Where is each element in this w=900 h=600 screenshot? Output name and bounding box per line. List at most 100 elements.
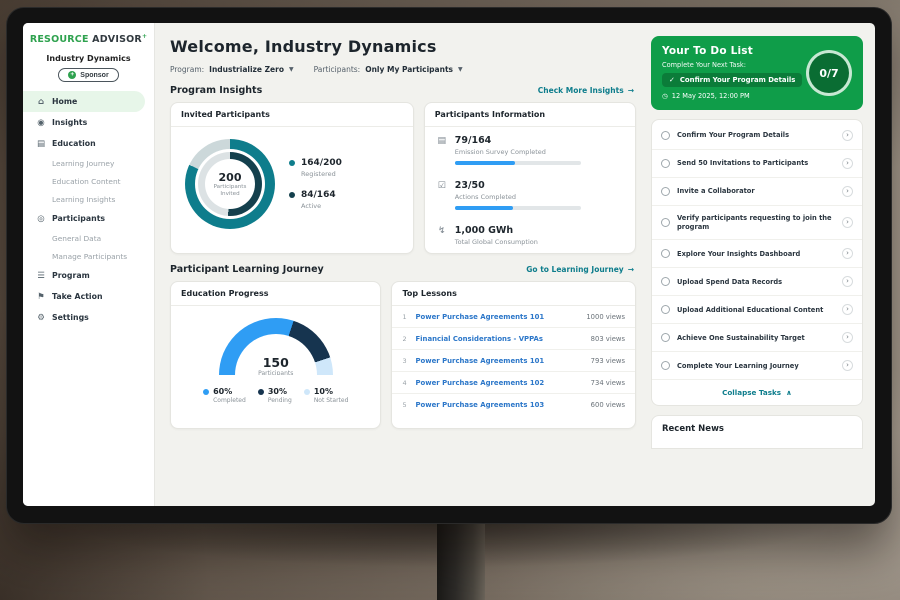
brand-name-primary: RESOURCE bbox=[30, 34, 89, 45]
flag-icon: ⚑ bbox=[36, 292, 46, 302]
lesson-link[interactable]: Power Purchase Agreements 103 bbox=[415, 401, 583, 409]
lesson-link[interactable]: Power Purchase Agreements 101 bbox=[415, 357, 583, 365]
chevron-down-icon: ▼ bbox=[458, 66, 463, 73]
sidebar-nav: ⌂ Home ◉ Insights ▤ Education Learning J… bbox=[23, 91, 154, 328]
background-photo: RESOURCE ADVISOR+ Industry Dynamics + Sp… bbox=[0, 0, 900, 600]
sidebar-item-learning-journey[interactable]: Learning Journey bbox=[23, 154, 154, 172]
donut-center-label: 200 Participants Invited bbox=[185, 139, 275, 229]
legend-dot bbox=[258, 389, 264, 395]
chevron-right-icon[interactable]: › bbox=[842, 217, 853, 228]
invited-participants-card: Invited Participants 200 Participants In… bbox=[170, 102, 414, 254]
chevron-right-icon[interactable]: › bbox=[842, 360, 853, 371]
next-task-pill[interactable]: ✓ Confirm Your Program Details bbox=[662, 73, 802, 87]
participants-filter-dropdown[interactable]: Only My Participants ▼ bbox=[365, 65, 462, 74]
collapse-tasks-link[interactable]: Collapse Tasks ∧ bbox=[652, 380, 862, 405]
home-icon: ⌂ bbox=[36, 97, 46, 107]
lesson-row[interactable]: 2 Financial Considerations - VPPAs 803 v… bbox=[392, 328, 635, 350]
energy-icon: ↯ bbox=[437, 226, 447, 236]
gauge-chart-area: 150 Participants bbox=[171, 306, 380, 379]
participants-information-card: Participants Information ▤ 79/164 Emissi… bbox=[424, 102, 636, 254]
chevron-right-icon[interactable]: › bbox=[842, 248, 853, 259]
check-icon: ☑ bbox=[437, 181, 447, 191]
lesson-row[interactable]: 3 Power Purchase Agreements 101 793 view… bbox=[392, 350, 635, 372]
todo-summary-card: Your To Do List Complete Your Next Task:… bbox=[651, 36, 863, 110]
program-filter-dropdown[interactable]: Industrialize Zero ▼ bbox=[209, 65, 293, 74]
dashboard-screen: RESOURCE ADVISOR+ Industry Dynamics + Sp… bbox=[23, 23, 875, 506]
task-checkbox[interactable] bbox=[661, 333, 670, 342]
check-more-insights-link[interactable]: Check More Insights → bbox=[538, 86, 634, 95]
monitor-stand bbox=[437, 520, 485, 600]
chevron-right-icon[interactable]: › bbox=[842, 158, 853, 169]
chevron-right-icon[interactable]: › bbox=[842, 186, 853, 197]
legend-item-not-started: 10% Not Started bbox=[304, 387, 349, 404]
task-checkbox[interactable] bbox=[661, 159, 670, 168]
legend-item-pending: 30% Pending bbox=[258, 387, 292, 404]
gear-icon: ⚙ bbox=[36, 313, 46, 323]
card-title: Education Progress bbox=[171, 282, 380, 306]
card-title: Invited Participants bbox=[171, 103, 413, 127]
chevron-right-icon[interactable]: › bbox=[842, 130, 853, 141]
sidebar-item-program[interactable]: ☰ Program bbox=[23, 265, 154, 286]
sponsor-plus-icon: + bbox=[68, 71, 76, 79]
task-checkbox[interactable] bbox=[661, 305, 670, 314]
top-lessons-card: Top Lessons 1 Power Purchase Agreements … bbox=[391, 281, 636, 429]
todo-task-list: Confirm Your Program Details › Send 50 I… bbox=[651, 119, 863, 406]
learning-cards-row: Education Progress 150 Participants bbox=[170, 281, 636, 429]
task-row-upload-educational-content[interactable]: Upload Additional Educational Content › bbox=[652, 296, 862, 324]
education-progress-card: Education Progress 150 Participants bbox=[170, 281, 381, 429]
chevron-right-icon[interactable]: › bbox=[842, 304, 853, 315]
clock-icon: ◷ bbox=[662, 92, 668, 100]
task-checkbox[interactable] bbox=[661, 277, 670, 286]
task-checkbox[interactable] bbox=[661, 218, 670, 227]
task-row-send-invitations[interactable]: Send 50 Invitations to Participants › bbox=[652, 150, 862, 178]
sidebar-item-education-content[interactable]: Education Content bbox=[23, 172, 154, 190]
task-row-invite-collaborator[interactable]: Invite a Collaborator › bbox=[652, 178, 862, 206]
chevron-down-icon: ▼ bbox=[289, 66, 294, 73]
lesson-link[interactable]: Power Purchase Agreements 102 bbox=[415, 379, 583, 387]
lesson-row[interactable]: 4 Power Purchase Agreements 102 734 view… bbox=[392, 372, 635, 394]
task-row-explore-insights[interactable]: Explore Your Insights Dashboard › bbox=[652, 240, 862, 268]
gauge-legend: 60% Completed 30% Pending bbox=[171, 379, 380, 414]
task-row-complete-learning-journey[interactable]: Complete Your Learning Journey › bbox=[652, 352, 862, 380]
sidebar-item-home[interactable]: ⌂ Home bbox=[23, 91, 145, 112]
stat-global-consumption: ↯ 1,000 GWh Total Global Consumption bbox=[425, 217, 635, 253]
brand-name-secondary: ADVISOR+ bbox=[92, 34, 147, 45]
chevron-up-icon: ∧ bbox=[786, 388, 792, 397]
sidebar-item-insights[interactable]: ◉ Insights bbox=[23, 112, 154, 133]
task-checkbox[interactable] bbox=[661, 361, 670, 370]
arrow-right-icon: → bbox=[628, 265, 634, 274]
program-filter-label: Program: bbox=[170, 65, 204, 74]
sidebar-item-education[interactable]: ▤ Education bbox=[23, 133, 154, 154]
task-row-upload-spend-data[interactable]: Upload Spend Data Records › bbox=[652, 268, 862, 296]
sidebar-item-take-action[interactable]: ⚑ Take Action bbox=[23, 286, 154, 307]
go-to-learning-journey-link[interactable]: Go to Learning Journey → bbox=[526, 265, 634, 274]
chevron-right-icon[interactable]: › bbox=[842, 276, 853, 287]
sidebar-item-manage-participants[interactable]: Manage Participants bbox=[23, 247, 154, 265]
sidebar-item-participants[interactable]: ◎ Participants bbox=[23, 208, 154, 229]
chevron-right-icon[interactable]: › bbox=[842, 332, 853, 343]
task-checkbox[interactable] bbox=[661, 131, 670, 140]
task-row-achieve-target[interactable]: Achieve One Sustainability Target › bbox=[652, 324, 862, 352]
lesson-link[interactable]: Financial Considerations - VPPAs bbox=[415, 335, 583, 343]
insights-cards-row: Invited Participants 200 Participants In… bbox=[170, 102, 636, 254]
education-icon: ▤ bbox=[36, 139, 46, 149]
arrow-right-icon: → bbox=[628, 86, 634, 95]
lesson-link[interactable]: Power Purchase Agreements 101 bbox=[415, 313, 579, 321]
survey-icon: ▤ bbox=[437, 136, 447, 146]
recent-news-card[interactable]: Recent News bbox=[651, 415, 863, 449]
task-row-confirm-program[interactable]: Confirm Your Program Details › bbox=[652, 122, 862, 150]
task-checkbox[interactable] bbox=[661, 249, 670, 258]
lesson-row[interactable]: 1 Power Purchase Agreements 101 1000 vie… bbox=[392, 306, 635, 328]
donut-legend: 164/200 Registered 84/164 Active bbox=[289, 158, 342, 210]
sidebar-item-learning-insights[interactable]: Learning Insights bbox=[23, 190, 154, 208]
section-title-learning-journey: Participant Learning Journey bbox=[170, 264, 324, 275]
monitor-bezel: RESOURCE ADVISOR+ Industry Dynamics + Sp… bbox=[6, 7, 892, 524]
task-row-verify-participants[interactable]: Verify participants requesting to join t… bbox=[652, 206, 862, 240]
sponsor-badge[interactable]: + Sponsor bbox=[58, 68, 118, 82]
task-checkbox[interactable] bbox=[661, 187, 670, 196]
legend-item-registered: 164/200 Registered bbox=[289, 158, 342, 178]
sidebar-item-general-data[interactable]: General Data bbox=[23, 229, 154, 247]
sidebar-item-settings[interactable]: ⚙ Settings bbox=[23, 307, 154, 328]
sponsor-label: Sponsor bbox=[80, 72, 108, 79]
lesson-row[interactable]: 5 Power Purchase Agreements 103 600 view… bbox=[392, 394, 635, 415]
